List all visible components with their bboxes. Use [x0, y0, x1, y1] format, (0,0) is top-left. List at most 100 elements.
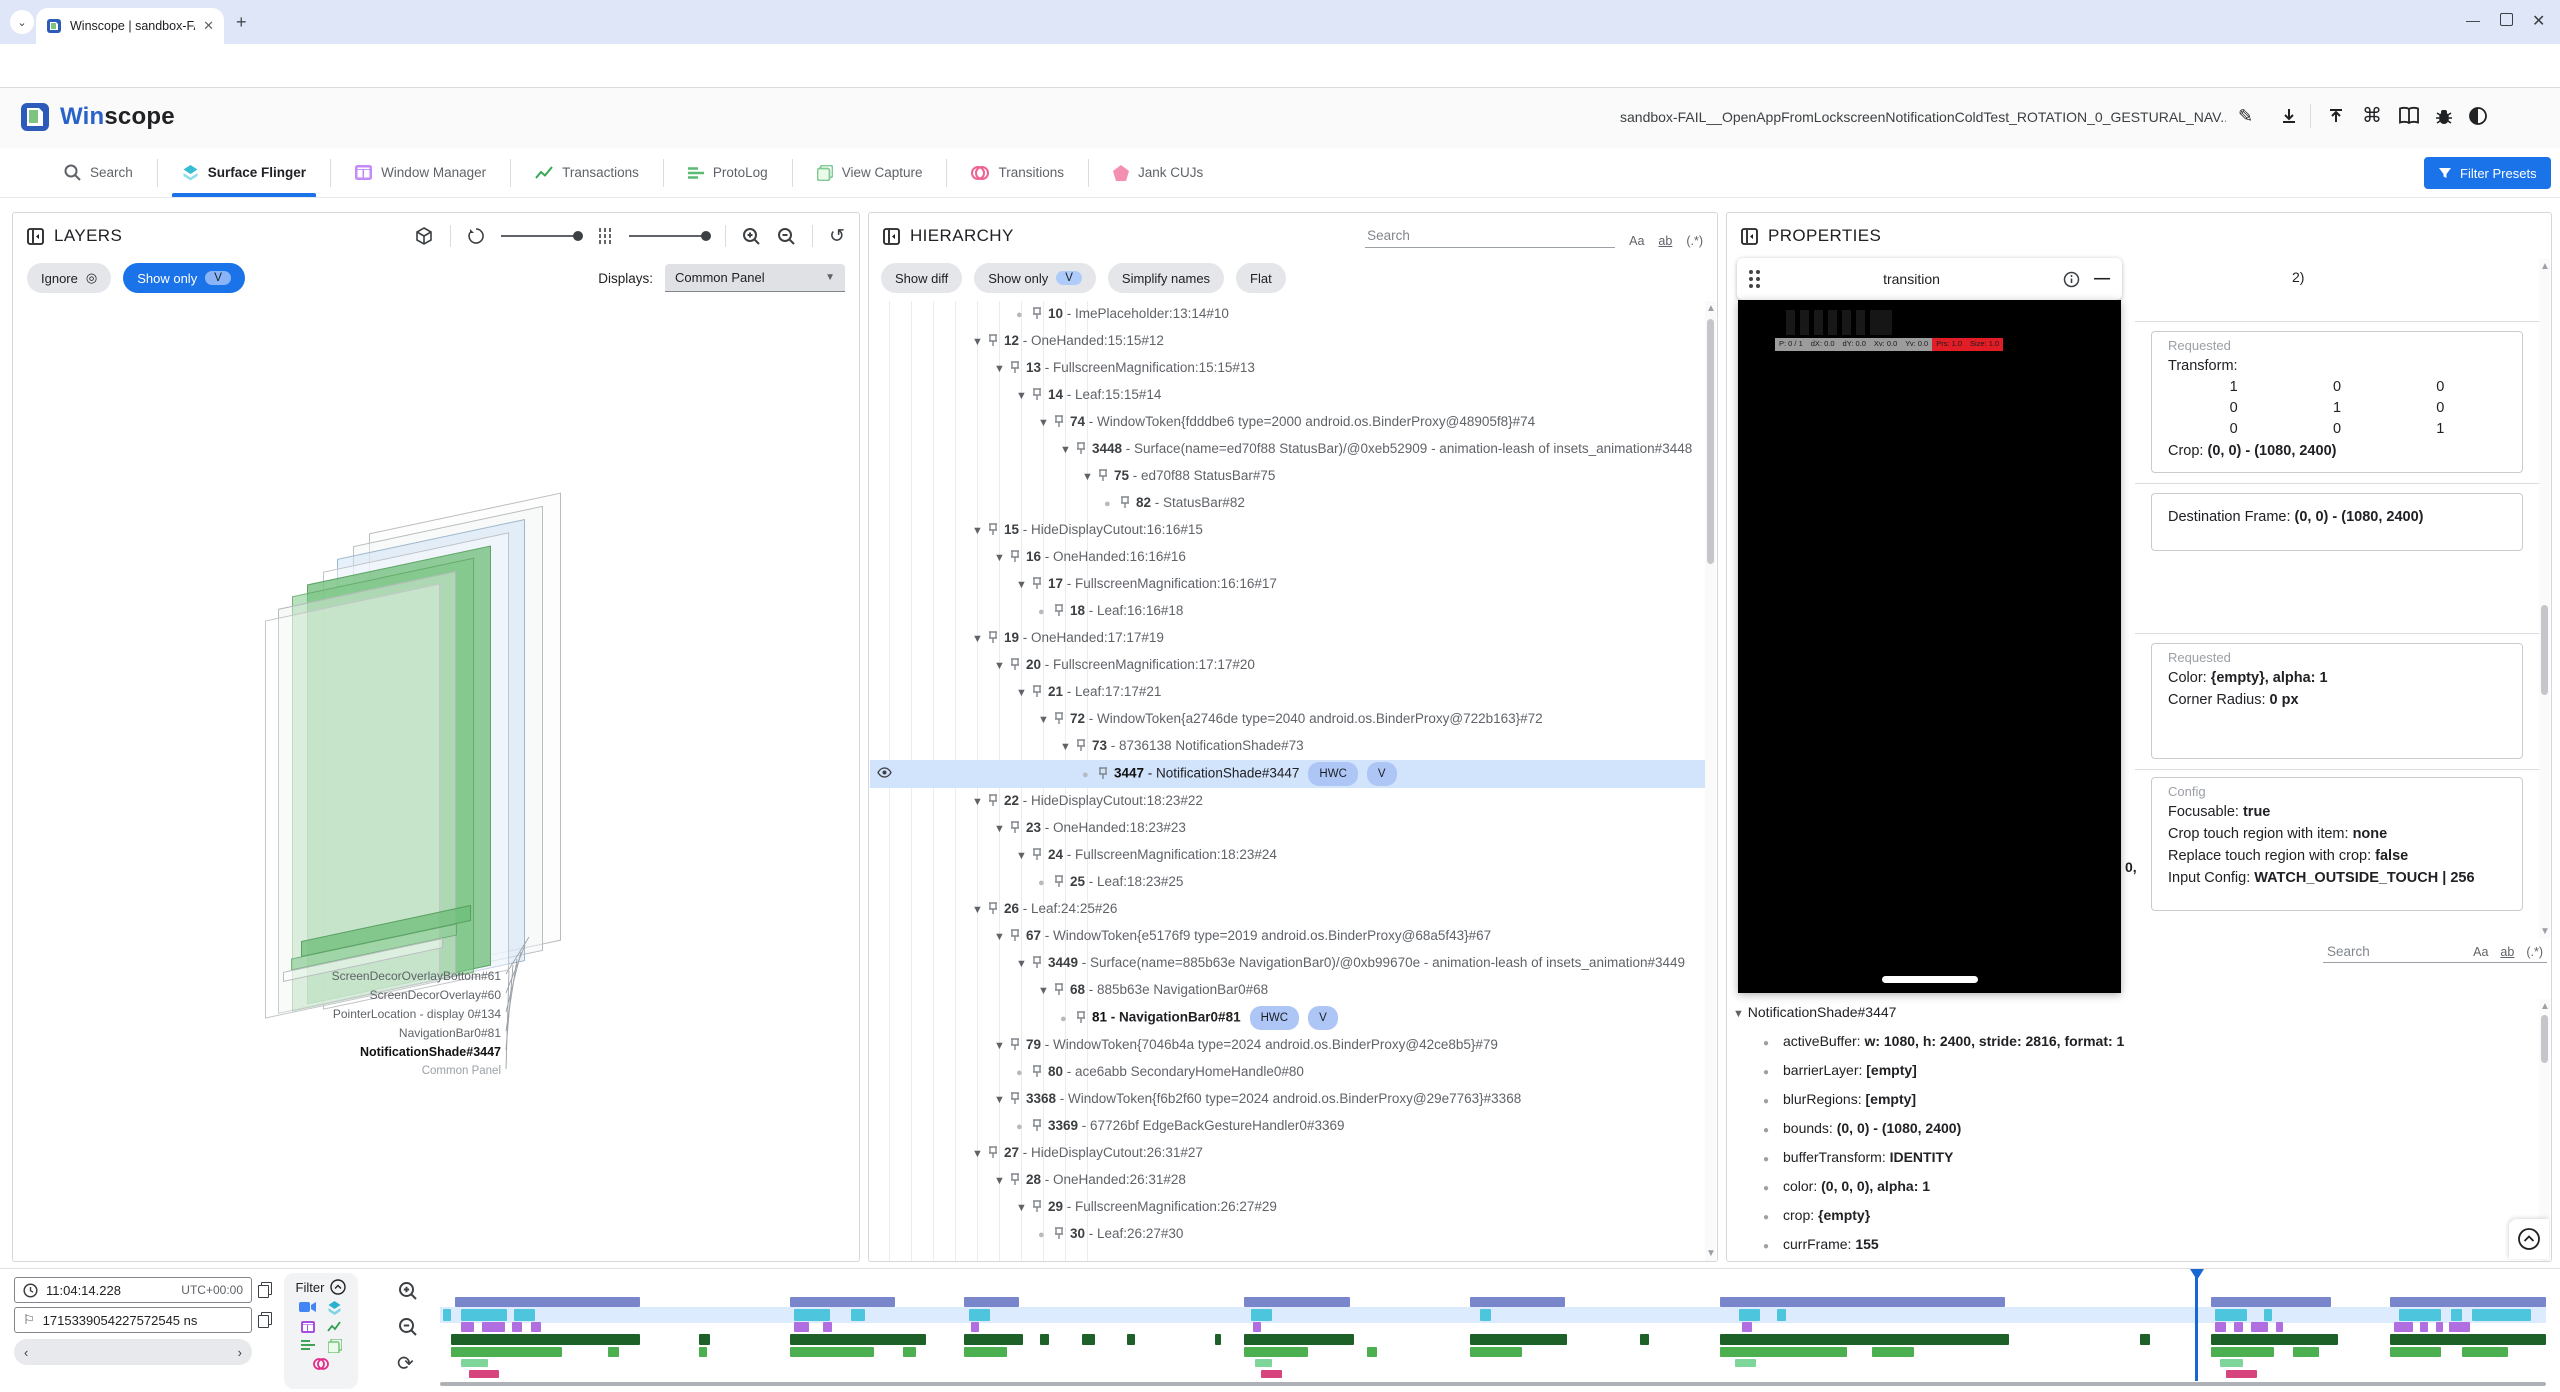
tree-row-68[interactable]: ▼68 - 885b63e NavigationBar0#68 — [870, 977, 1706, 1004]
layers-3d-canvas[interactable]: ScreenDecorOverlayBottom#61ScreenDecorOv… — [13, 297, 859, 1261]
pan-right-icon[interactable]: › — [238, 1345, 242, 1360]
tree-row-28[interactable]: ▼28 - OneHanded:26:31#28 — [870, 1167, 1706, 1194]
tree-row-12[interactable]: ▼12 - OneHanded:15:15#12 — [870, 328, 1706, 355]
tree-row-13[interactable]: ▼13 - FullscreenMagnification:15:15#13 — [870, 355, 1706, 382]
pin-icon[interactable] — [1032, 847, 1048, 862]
tree-row-3449[interactable]: ▼3449 - Surface(name=885b63e NavigationB… — [870, 950, 1706, 977]
proto-property-row[interactable]: ●crop: {empty} — [1763, 1202, 2539, 1231]
expand-arrow-icon[interactable]: ▼ — [1038, 710, 1054, 731]
layer-label[interactable]: ScreenDecorOverlay#60 — [163, 986, 501, 1005]
properties-search-input[interactable]: Search Aa ab (.*) — [2323, 941, 2547, 963]
displays-select[interactable]: Common Panel▼ — [665, 264, 845, 292]
tab-search-icon[interactable]: ⌄ — [10, 10, 34, 34]
edit-filename-icon[interactable]: ✎ — [2238, 106, 2253, 127]
tree-row-3447[interactable]: ●3447 - NotificationShade#3447HWCV — [870, 760, 1706, 788]
minimize-overlay-icon[interactable]: — — [2094, 270, 2110, 288]
flat-button[interactable]: Flat — [1236, 263, 1286, 293]
pin-icon[interactable] — [1032, 576, 1048, 591]
proto-property-row[interactable]: ●bounds: (0, 0) - (1080, 2400) — [1763, 1115, 2539, 1144]
pin-icon[interactable] — [1120, 495, 1136, 510]
timeline-reset-zoom-icon[interactable]: ⟳ — [397, 1351, 414, 1376]
expand-arrow-icon[interactable]: ▼ — [1038, 981, 1054, 1002]
pin-icon[interactable] — [1032, 387, 1048, 402]
pin-icon[interactable] — [1032, 306, 1048, 321]
proto-property-row[interactable]: ●color: (0, 0, 0), alpha: 1 — [1763, 1173, 2539, 1202]
expand-arrow-icon[interactable]: ▼ — [1082, 467, 1098, 488]
tree-row-16[interactable]: ▼16 - OneHanded:16:16#16 — [870, 544, 1706, 571]
expand-arrow-icon[interactable]: ▼ — [994, 1171, 1010, 1192]
layer-label[interactable]: ScreenDecorOverlayBottom#61 — [163, 967, 501, 986]
tree-row-24[interactable]: ▼24 - FullscreenMagnification:18:23#24 — [870, 842, 1706, 869]
tree-row-17[interactable]: ▼17 - FullscreenMagnification:16:16#17 — [870, 571, 1706, 598]
show-only-button[interactable]: Show onlyV — [974, 263, 1096, 293]
expand-arrow-icon[interactable]: ▼ — [1016, 954, 1032, 975]
pin-icon[interactable] — [1010, 657, 1026, 672]
window-close-icon[interactable]: ✕ — [2532, 11, 2545, 31]
tree-row-72[interactable]: ▼72 - WindowToken{a2746de type=2040 andr… — [870, 706, 1706, 733]
theme-toggle-icon[interactable] — [2468, 106, 2488, 126]
nav-tab-view-capture[interactable]: View Capture — [793, 148, 947, 197]
tree-row-30[interactable]: ●30 - Leaf:26:27#30 — [870, 1221, 1706, 1248]
tree-row-74[interactable]: ▼74 - WindowToken{fdddbe6 type=2000 andr… — [870, 409, 1706, 436]
proto-property-row[interactable]: ●currFrame: 155 — [1763, 1231, 2539, 1260]
expand-arrow-icon[interactable]: ▼ — [994, 656, 1010, 677]
view-capture-trace-icon[interactable] — [328, 1339, 342, 1353]
tree-row-20[interactable]: ▼20 - FullscreenMagnification:17:17#20 — [870, 652, 1706, 679]
new-tab-icon[interactable]: + — [236, 14, 247, 30]
layer-label[interactable]: NavigationBar0#81 — [163, 1024, 501, 1043]
expand-arrow-icon[interactable]: ▼ — [1016, 1198, 1032, 1219]
surface-flinger-trace-icon[interactable] — [327, 1301, 342, 1315]
timeline-zoom-in-icon[interactable] — [398, 1281, 418, 1301]
zoom-out-icon[interactable] — [777, 227, 796, 246]
expand-arrow-icon[interactable]: ▼ — [994, 927, 1010, 948]
tree-row-19[interactable]: ▼19 - OneHanded:17:17#19 — [870, 625, 1706, 652]
pin-icon[interactable] — [1010, 928, 1026, 943]
nav-tab-window-manager[interactable]: Window Manager — [331, 148, 510, 197]
pin-icon[interactable] — [1010, 820, 1026, 835]
expand-arrow-icon[interactable]: ▼ — [1060, 440, 1076, 461]
pin-icon[interactable] — [1010, 1037, 1026, 1052]
pin-icon[interactable] — [988, 1145, 1004, 1160]
zoom-in-icon[interactable] — [742, 227, 761, 246]
hierarchy-scrollbar[interactable]: ▲ ▼ — [1705, 301, 1716, 1261]
copy-time-icon[interactable] — [258, 1282, 271, 1297]
tree-row-29[interactable]: ▼29 - FullscreenMagnification:26:27#29 — [870, 1194, 1706, 1221]
report-bug-icon[interactable] — [2434, 106, 2454, 126]
match-case-toggle[interactable]: Aa — [1629, 234, 1644, 248]
pin-icon[interactable] — [1098, 468, 1114, 483]
pin-icon[interactable] — [988, 793, 1004, 808]
collapse-filter-icon[interactable] — [330, 1279, 346, 1295]
tree-row-79[interactable]: ▼79 - WindowToken{7046b4a type=2024 andr… — [870, 1032, 1706, 1059]
expand-arrow-icon[interactable]: ▼ — [994, 819, 1010, 840]
pin-icon[interactable] — [1054, 603, 1070, 618]
nav-tab-transactions[interactable]: Transactions — [511, 148, 663, 197]
info-icon[interactable] — [2063, 271, 2080, 288]
expand-arrow-icon[interactable]: ▼ — [994, 1036, 1010, 1057]
download-trace-icon[interactable] — [2279, 106, 2299, 126]
3d-view-icon[interactable] — [414, 226, 434, 246]
expand-arrow-icon[interactable]: ▼ — [1016, 846, 1032, 867]
pin-icon[interactable] — [1076, 738, 1092, 753]
transition-overlay-header[interactable]: transition — — [1737, 258, 2122, 300]
expand-arrow-icon[interactable]: ▼ — [1016, 575, 1032, 596]
tree-row-73[interactable]: ▼73 - 8736138 NotificationShade#73 — [870, 733, 1706, 760]
pin-icon[interactable] — [1076, 1010, 1092, 1025]
proto-node-row[interactable]: ▼ NotificationShade#3447 — [1733, 999, 2539, 1028]
pin-icon[interactable] — [1010, 360, 1026, 375]
nav-tab-jank-cujs[interactable]: Jank CUJs — [1089, 148, 1227, 197]
tree-row-22[interactable]: ▼22 - HideDisplayCutout:18:23#22 — [870, 788, 1706, 815]
expand-arrow-icon[interactable]: ▼ — [994, 359, 1010, 380]
documentation-icon[interactable] — [2398, 106, 2420, 126]
pin-icon[interactable] — [1010, 1091, 1026, 1106]
tree-row-67[interactable]: ▼67 - WindowToken{e5176f9 type=2019 andr… — [870, 923, 1706, 950]
pin-icon[interactable] — [1054, 982, 1070, 997]
expand-arrow-icon[interactable]: ▼ — [972, 900, 988, 921]
screen-recording-trace-icon[interactable] — [299, 1301, 316, 1315]
drag-handle-icon[interactable] — [1749, 270, 1760, 288]
expand-arrow-icon[interactable]: ▼ — [972, 521, 988, 542]
pin-icon[interactable] — [1010, 549, 1026, 564]
expand-arrow-icon[interactable]: ▼ — [972, 792, 988, 813]
pin-icon[interactable] — [988, 522, 1004, 537]
timeline-canvas[interactable] — [440, 1269, 2546, 1392]
simplify-names-button[interactable]: Simplify names — [1108, 263, 1224, 293]
